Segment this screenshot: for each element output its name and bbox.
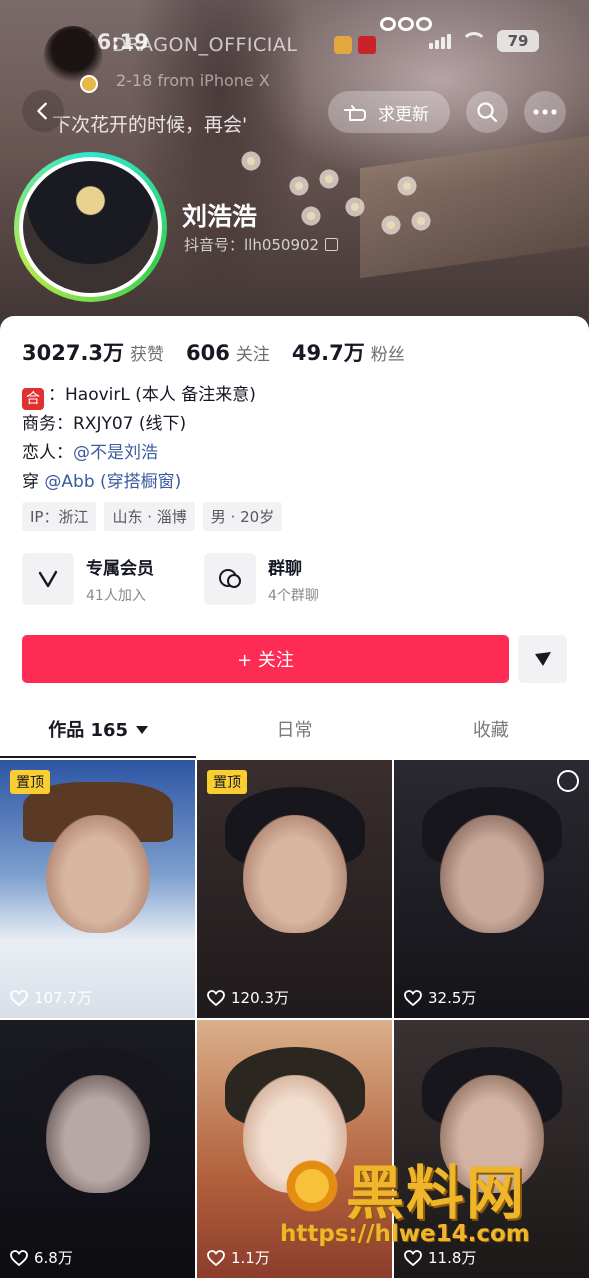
video-thumbnail[interactable]: 32.5万 [394,760,589,1018]
stat-likes[interactable]: 3027.3万 获赞 [22,337,164,367]
follow-button[interactable]: + 关注 [22,635,509,683]
tab-daily[interactable]: 日常 [196,710,392,758]
like-count-text: 120.3万 [231,989,289,1007]
bio-line: 恋人：@不是刘浩 [22,439,256,468]
he-badge-icon: 合 [22,388,44,410]
stat-label: 粉丝 [370,345,405,365]
tab-favorites[interactable]: 收藏 [393,710,589,758]
bio-line: 穿 @Abb (穿搭橱窗) [22,468,256,497]
stat-number: 3027.3万 [22,341,125,365]
pointing-hand-icon [344,105,366,121]
request-update-label: 求更新 [378,104,429,125]
profile-name: 刘浩浩 [182,202,258,231]
signal-icon [429,33,451,49]
like-count: 32.5万 [404,987,476,1008]
membership-count: 41人加入 [86,587,146,604]
stats-row: 3027.3万 获赞 606 关注 49.7万 粉丝 [22,337,427,367]
bio-line: 合：HaovirL (本人 备注来意) [22,381,256,410]
stat-followers[interactable]: 49.7万 粉丝 [292,337,405,367]
more-options-button[interactable] [524,91,566,133]
pinned-badge: 置顶 [10,770,50,794]
pinned-badge: 置顶 [207,770,247,794]
search-button[interactable] [466,91,508,133]
membership-title: 专属会员 [86,558,154,579]
video-thumbnail[interactable]: 6.8万 [0,1020,195,1278]
bio-text: 穿 [22,472,45,492]
group-chat-title: 群聊 [268,558,302,579]
tab-works[interactable]: 作品 165 [0,710,197,758]
watermark-logo [282,1157,342,1215]
content-tabs: 作品 165 日常 收藏 [0,710,589,758]
v-icon [22,553,74,605]
avatar-image [23,161,158,293]
stat-label: 关注 [235,345,270,365]
post-author-name: DRAGON_OFFICIAL [112,34,298,56]
douyin-id-row[interactable]: 抖音号：llh050902 [184,234,339,255]
heart-icon [404,989,422,1006]
bio-text: 恋人： [22,443,73,463]
membership-entry[interactable]: 专属会员 41人加入 [22,553,154,605]
chat-icon [204,553,256,605]
chevron-left-icon [37,102,47,120]
profile-bio: 合：HaovirL (本人 备注来意) 商务：RXJY07 (线下) 恋人：@不… [22,381,256,497]
back-button[interactable] [22,90,64,132]
post-date: 2-18 from iPhone X [116,71,270,90]
stat-number: 606 [186,341,230,365]
like-count-text: 6.8万 [34,1249,73,1267]
watermark-url: https://hlwe14.com [280,1221,530,1247]
triangle-down-icon [534,652,551,666]
outfit-mention-link[interactable]: @Abb (穿搭橱窗) [44,472,181,492]
heart-icon [207,1249,225,1266]
video-thumbnail[interactable]: 置顶 120.3万 [197,760,392,1018]
profile-avatar[interactable] [14,152,167,302]
like-count-text: 1.1万 [231,1249,270,1267]
copy-icon[interactable] [325,238,339,251]
crown-emoji-icon [334,36,352,54]
heart-icon [10,989,28,1006]
like-count-text: 32.5万 [428,989,477,1007]
request-update-button[interactable]: 求更新 [328,91,450,133]
like-count-text: 11.8万 [428,1249,477,1267]
heart-icon [10,1249,28,1266]
like-count: 11.8万 [404,1247,476,1268]
group-chat-entry[interactable]: 群聊 4个群聊 [204,553,319,605]
more-dots-icon [533,109,557,115]
post-caption: 下次花开的时候，再会' [52,114,248,136]
ip-tag: IP：浙江 [22,502,97,531]
like-count: 120.3万 [207,987,289,1008]
video-thumbnail[interactable]: 置顶 107.7万 [0,760,195,1018]
verified-icon [80,75,98,93]
recommend-toggle-button[interactable] [518,635,567,683]
group-chat-count: 4个群聊 [268,587,319,604]
tab-label: 作品 165 [48,720,129,741]
like-count: 107.7万 [10,987,92,1008]
like-count: 1.1万 [207,1247,270,1268]
camera-mark-icon [557,770,579,792]
stat-following[interactable]: 606 关注 [186,340,270,365]
heart-icon [404,1249,422,1266]
heart-icon [207,989,225,1006]
douyin-id: 抖音号：llh050902 [184,236,320,254]
wifi-icon [461,32,487,50]
location-tag[interactable]: 山东 · 淄博 [104,502,195,531]
battery-icon: 79 [497,30,539,52]
like-count: 6.8万 [10,1247,73,1268]
stat-label: 获赞 [130,345,165,365]
watermark-title: 黑料网 [346,1159,527,1227]
partner-mention-link[interactable]: @不是刘浩 [73,443,158,463]
gender-age-tag: 男 · 20岁 [202,502,283,531]
stat-number: 49.7万 [291,341,365,365]
bio-line: 商务：RXJY07 (线下) [22,414,187,434]
search-icon [477,102,498,123]
like-count-text: 107.7万 [34,989,92,1007]
bio-text: ：HaovirL (本人 备注来意) [48,385,256,405]
profile-tags: IP：浙江 山东 · 淄博 男 · 20岁 [22,502,283,531]
flag-emoji-icon [358,36,376,54]
caret-down-icon [136,726,149,734]
